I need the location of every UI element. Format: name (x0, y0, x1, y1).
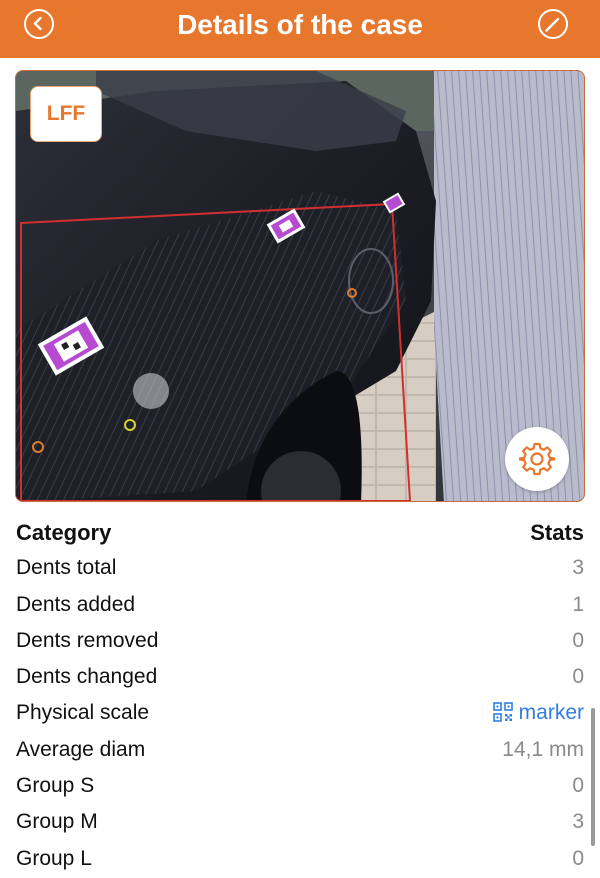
qr-code-icon (492, 702, 513, 723)
stats-label: Physical scale (16, 701, 150, 725)
stats-label: Dents added (16, 592, 136, 616)
page-title: Details of the case (177, 9, 423, 40)
stats-row-group-l: Group L 0 (15, 841, 585, 877)
physical-scale-value: marker (518, 701, 584, 725)
pencil-icon (545, 17, 560, 32)
stats-row-dents-total: Dents total 3 (15, 550, 585, 586)
edit-button[interactable] (538, 9, 568, 39)
gear-icon (519, 442, 555, 476)
stats-row-physical-scale: Physical scale marker (15, 695, 585, 731)
stats-value: 0 (572, 665, 584, 689)
stats-label: Dents removed (16, 628, 159, 652)
stats-value: 0 (572, 628, 584, 652)
stats-row-group-m: Group M 3 (15, 804, 585, 840)
stats-label: Dents total (16, 556, 117, 580)
category-header: Category (16, 520, 112, 545)
stats-table: Category Stats Dents total 3 Dents added… (15, 514, 585, 877)
stats-label: Group S (16, 774, 95, 798)
stats-label: Group M (16, 810, 98, 834)
stats-row-group-s: Group S 0 (15, 768, 585, 804)
stats-header-row: Category Stats (15, 514, 585, 550)
stats-row-average-diam: Average diam 14,1 mm (15, 732, 585, 768)
stats-value: 3 (572, 556, 584, 580)
vertical-scrollbar[interactable] (591, 708, 595, 846)
stats-value: 1 (572, 592, 584, 616)
stats-value: 14,1 mm (502, 737, 584, 761)
stats-value: 0 (572, 774, 584, 798)
position-badge: LFF (30, 86, 102, 142)
stats-row-dents-added: Dents added 1 (15, 587, 585, 623)
stats-label: Dents changed (16, 665, 158, 689)
stats-label: Average diam (16, 737, 146, 761)
physical-scale-link[interactable]: marker (492, 701, 584, 725)
case-photo: LFF (15, 70, 585, 502)
top-bar: Details of the case (0, 0, 600, 58)
photo-settings-button[interactable] (505, 427, 569, 491)
stats-header: Stats (530, 520, 584, 545)
stats-label: Group L (16, 846, 92, 870)
stats-row-dents-removed: Dents removed 0 (15, 623, 585, 659)
stats-row-dents-changed: Dents changed 0 (15, 659, 585, 695)
stats-value: 3 (572, 810, 584, 834)
stats-value: 0 (572, 846, 584, 870)
